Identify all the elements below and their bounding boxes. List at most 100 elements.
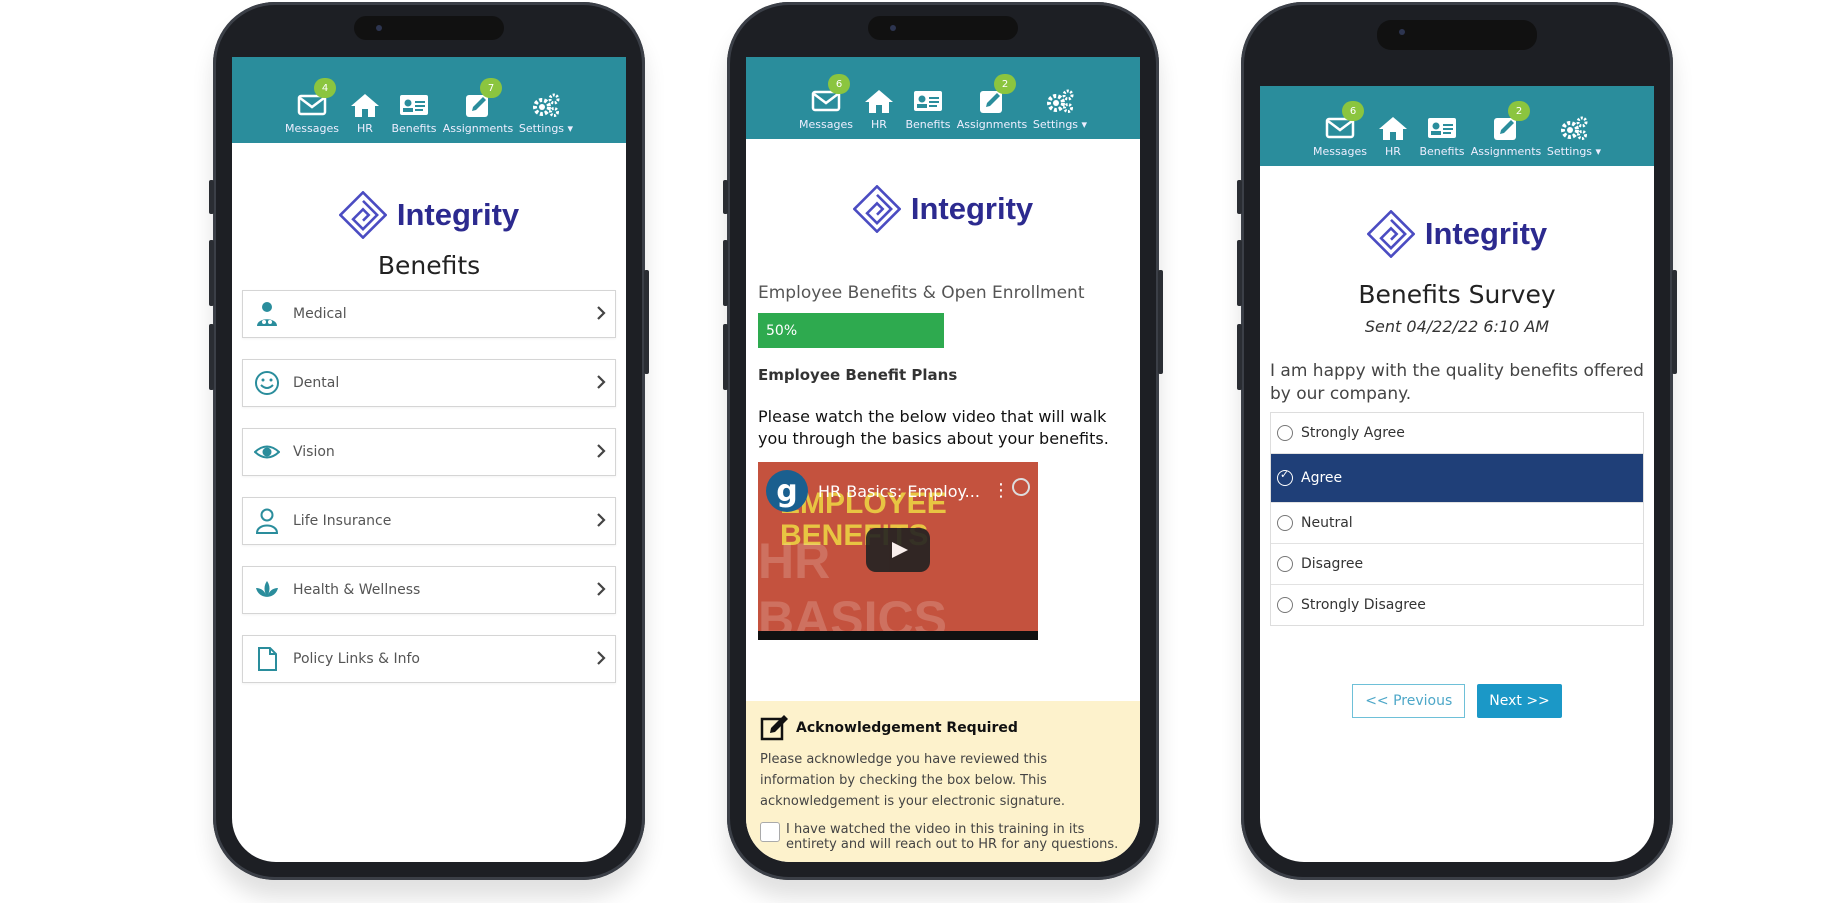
nav-settings[interactable]: Settings ▾	[1033, 88, 1087, 131]
gears-icon	[533, 93, 560, 117]
nav-messages[interactable]: 6 Messages	[799, 74, 853, 131]
messages-badge: 6	[828, 74, 850, 94]
previous-button[interactable]: << Previous	[1352, 684, 1466, 718]
nav-hr[interactable]: HR	[862, 88, 896, 131]
radio-icon[interactable]	[1277, 556, 1293, 572]
list-item-dental[interactable]: Dental	[242, 359, 616, 407]
list-item-label: Policy Links & Info	[293, 651, 420, 667]
survey-sent-date: Sent 04/22/22 6:10 AM	[1364, 317, 1550, 336]
list-item-label: Health & Wellness	[293, 582, 421, 598]
brand-name: Integrity	[396, 197, 520, 232]
radio-icon[interactable]	[1277, 425, 1293, 441]
more-options-icon[interactable]: ⋮	[992, 480, 1010, 501]
nav-assignments[interactable]: 2 Assignments	[957, 74, 1027, 131]
nav-assignments[interactable]: 7 Assignments	[443, 78, 513, 135]
doctor-icon	[257, 302, 277, 326]
phone-benefits-menu: 4 Messages HR Benefits 7 Assignments Set…	[209, 2, 649, 880]
top-nav: 6 Messages HR Benefits 2 Assignments Set…	[1260, 86, 1654, 166]
id-card-icon	[914, 91, 942, 111]
phone-notch	[354, 16, 504, 40]
option-neutral[interactable]: Neutral	[1271, 503, 1643, 544]
maze-logo-icon	[338, 191, 387, 239]
brand-name: Integrity	[910, 191, 1034, 226]
list-item-vision[interactable]: Vision	[242, 428, 616, 476]
ack-header: Acknowledgement Required	[760, 713, 1126, 743]
integrity-logo: Integrity	[232, 191, 626, 239]
option-strongly-disagree[interactable]: Strongly Disagree	[1271, 585, 1643, 625]
next-button[interactable]: Next >>	[1477, 684, 1562, 718]
nav-label: Settings ▾	[518, 122, 574, 135]
integrity-logo: Integrity	[746, 185, 1140, 233]
phone-screen: 4 Messages HR Benefits 7 Assignments Set…	[232, 57, 626, 862]
phone-button	[209, 180, 214, 214]
phone-screen: 6 Messages HR Benefits 2 Assignments Set…	[746, 57, 1140, 862]
phone-button	[209, 324, 214, 390]
phone-button	[1237, 324, 1242, 390]
phone-survey: 6 Messages HR Benefits 2 Assignments Set…	[1237, 2, 1677, 880]
edit-note-icon	[760, 715, 788, 741]
ack-checkbox[interactable]	[760, 822, 780, 842]
option-strongly-agree[interactable]: Strongly Agree	[1271, 413, 1643, 454]
progress-bar: 50%	[758, 313, 944, 348]
acknowledgement-panel: Acknowledgement Required Please acknowle…	[746, 701, 1140, 862]
nav-label: Assignments	[1470, 145, 1542, 158]
nav-hr[interactable]: HR	[1376, 115, 1410, 158]
video-title[interactable]: HR Basics: Employ...	[818, 482, 980, 501]
list-item-label: Dental	[293, 375, 340, 391]
nav-benefits[interactable]: Benefits	[905, 88, 951, 131]
nav-messages[interactable]: 4 Messages	[285, 78, 339, 135]
ack-checkbox-row[interactable]: I have watched the video in this trainin…	[760, 822, 1126, 852]
list-item-medical[interactable]: Medical	[242, 290, 616, 338]
lotus-icon	[256, 581, 278, 597]
list-item-health-wellness[interactable]: Health & Wellness	[242, 566, 616, 614]
section-subtitle: Employee Benefit Plans	[758, 366, 958, 384]
nav-label: HR	[1385, 145, 1401, 158]
nav-hr[interactable]: HR	[348, 92, 382, 135]
nav-messages[interactable]: 6 Messages	[1313, 101, 1367, 158]
nav-benefits[interactable]: Benefits	[391, 92, 437, 135]
watch-later-icon[interactable]	[1012, 478, 1030, 496]
maze-logo-icon	[1366, 210, 1415, 258]
phone-button	[1237, 240, 1242, 306]
option-agree[interactable]: Agree	[1271, 454, 1643, 503]
channel-logo-icon: g	[766, 470, 808, 512]
radio-checked-icon[interactable]	[1277, 468, 1293, 486]
phone-button	[1237, 180, 1242, 214]
nav-benefits[interactable]: Benefits	[1419, 115, 1465, 158]
nav-assignments[interactable]: 2 Assignments	[1471, 101, 1541, 158]
nav-label: Messages	[285, 122, 339, 135]
nav-settings[interactable]: Settings ▾	[1546, 115, 1602, 158]
option-disagree[interactable]: Disagree	[1271, 544, 1643, 585]
video-player[interactable]: EMPLOYEE BENEFITS HR BASICS g HR Basics:…	[758, 462, 1038, 640]
nav-settings[interactable]: Settings ▾	[518, 92, 574, 135]
messages-badge: 4	[314, 78, 336, 98]
phone-screen: 6 Messages HR Benefits 2 Assignments Set…	[1260, 86, 1654, 862]
maze-logo-icon	[852, 185, 901, 233]
radio-icon[interactable]	[1277, 515, 1293, 531]
home-icon	[1379, 117, 1407, 140]
chevron-right-icon	[597, 306, 606, 320]
radio-icon[interactable]	[1277, 597, 1293, 613]
assignments-badge: 2	[1508, 101, 1530, 121]
survey-question: I am happy with the quality benefits off…	[1270, 361, 1644, 404]
messages-badge: 6	[1342, 101, 1364, 121]
home-icon	[351, 94, 379, 117]
nav-label: Settings ▾	[1546, 145, 1602, 158]
chevron-right-icon	[597, 444, 606, 458]
nav-label: Benefits	[1419, 145, 1465, 158]
eye-icon	[254, 445, 280, 459]
assignments-badge: 7	[480, 78, 502, 98]
list-item-label: Life Insurance	[293, 513, 392, 529]
play-button[interactable]	[866, 528, 930, 572]
phone-button	[723, 324, 728, 390]
top-nav: 4 Messages HR Benefits 7 Assignments Set…	[232, 57, 626, 143]
survey-title: Benefits Survey	[1358, 280, 1556, 309]
integrity-logo: Integrity	[1260, 210, 1654, 258]
survey-options: Strongly Agree Agree Neutral Disagree St…	[1270, 412, 1644, 626]
list-item-policy-links[interactable]: Policy Links & Info	[242, 635, 616, 683]
id-card-icon	[1428, 118, 1456, 138]
document-icon	[258, 647, 277, 671]
page-title: Benefits	[377, 251, 481, 280]
list-item-life-insurance[interactable]: Life Insurance	[242, 497, 616, 545]
nav-label: Messages	[1313, 145, 1367, 158]
